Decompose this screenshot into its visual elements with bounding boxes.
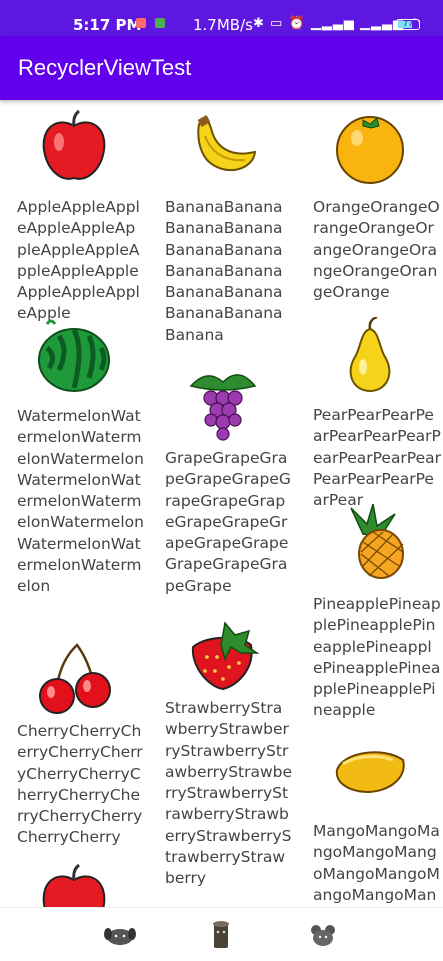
cherry-icon — [37, 640, 112, 715]
fruit-card-apple[interactable] — [17, 860, 147, 907]
mango-icon — [333, 740, 408, 815]
fruit-name: AppleAppleAppleAppleAppleAppleAppleApple… — [17, 198, 140, 323]
orange-icon — [333, 110, 408, 185]
banana-icon — [185, 112, 260, 187]
fruit-name: BananaBananaBananaBananaBananaBananaBana… — [165, 198, 283, 344]
pineapple-icon — [333, 503, 408, 579]
apple-icon — [37, 109, 112, 185]
fruit-name: OrangeOrangeOrangeOrangeOrangeOrangeOran… — [313, 198, 440, 302]
battery-icon: 77 — [396, 19, 420, 30]
fruit-card-cherry[interactable]: CherryCherryCherryCherryCherryCherryCher… — [17, 635, 147, 865]
vibrate-icon: ▭ — [270, 16, 284, 31]
fruit-card-pineapple[interactable]: PineapplePineapplePineapplePineapplePine… — [313, 500, 443, 740]
fruit-card-pear[interactable]: PearPearPearPearPearPearPearPearPearPear… — [313, 312, 443, 509]
pear-icon — [333, 315, 408, 393]
fruit-card-banana[interactable]: BananaBananaBananaBananaBananaBananaBana… — [165, 100, 295, 350]
bluetooth-icon: ✱ — [253, 16, 265, 31]
fruit-card-strawberry[interactable]: StrawberryStrawberryStrawberryStrawberry… — [165, 613, 295, 907]
fruit-name: StrawberryStrawberryStrawberryStrawberry… — [165, 699, 293, 888]
status-bar: 5:17 PM 1.7MB/s ✱ ▭ ⏰ ▁▂▃▅ ▁▂▃▅ ◠ 77 — [0, 0, 443, 36]
watermelon-icon — [37, 318, 112, 393]
fruit-card-watermelon[interactable]: WatermelonWatermelonWatermelonWatermelon… — [17, 312, 147, 622]
recycler-grid[interactable]: AppleAppleAppleAppleAppleAppleAppleApple… — [0, 100, 443, 907]
dog-face-icon[interactable] — [102, 920, 138, 950]
apple-icon — [37, 863, 112, 907]
fruit-name: MangoMangoMangoMangoMangoMangoMangoMango… — [313, 822, 440, 904]
fruit-card-orange[interactable]: OrangeOrangeOrangeOrangeOrangeOrangeOran… — [313, 100, 443, 310]
strawberry-icon — [185, 617, 260, 692]
fruit-name: CherryCherryCherryCherryCherryCherryCher… — [17, 722, 143, 847]
notification-icon — [155, 18, 165, 28]
tree-stump-icon[interactable] — [203, 920, 239, 950]
fruit-card-apple[interactable]: AppleAppleAppleAppleAppleAppleAppleApple… — [17, 100, 147, 322]
notification-icon — [136, 18, 146, 28]
grape-icon — [185, 368, 260, 443]
fruit-name: WatermelonWatermelonWatermelonWatermelon… — [17, 407, 144, 596]
signal-icon: ▁▂▃▅ — [310, 16, 355, 31]
fruit-card-mango[interactable]: MangoMangoMangoMangoMangoMangoMangoMango… — [313, 740, 443, 907]
app-title: RecyclerViewTest — [18, 55, 192, 80]
bottom-nav — [0, 907, 443, 961]
mouse-face-icon[interactable] — [305, 920, 341, 950]
fruit-name: PineapplePineapplePineapplePineapplePine… — [313, 595, 441, 720]
app-bar: RecyclerViewTest — [0, 36, 443, 100]
status-time: 5:17 PM — [73, 16, 142, 34]
fruit-card-grape[interactable]: GrapeGrapeGrapeGrapeGrapeGrapeGrapeGrape… — [165, 362, 295, 607]
network-speed: 1.7MB/s — [193, 16, 253, 34]
fruit-name: GrapeGrapeGrapeGrapeGrapeGrapeGrapeGrape… — [165, 449, 291, 595]
fruit-name: PearPearPearPearPearPearPearPearPearPear… — [313, 406, 442, 510]
alarm-icon: ⏰ — [288, 16, 306, 31]
